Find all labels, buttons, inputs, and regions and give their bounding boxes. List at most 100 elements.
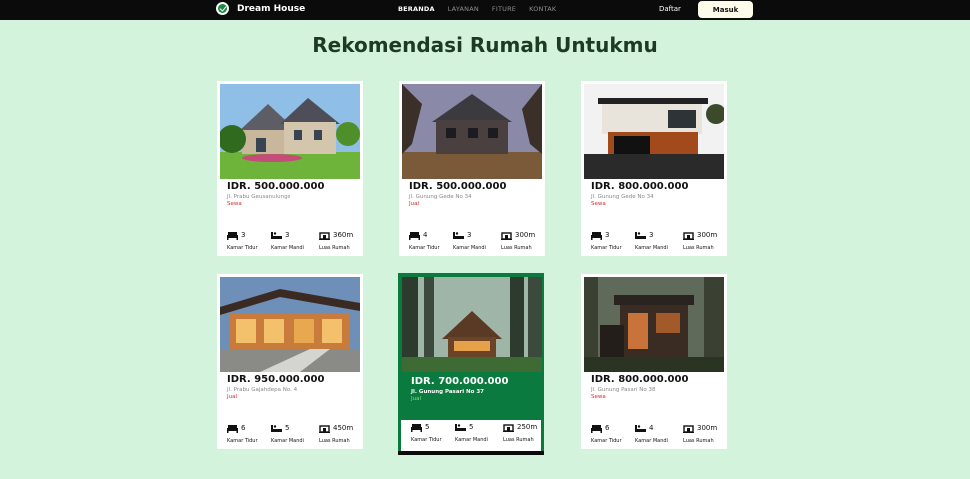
bathroom-count: 5: [285, 424, 290, 432]
property-image: [220, 84, 360, 179]
property-address: Jl. Gunung Gede No 34: [591, 194, 654, 200]
property-address: Jl. Prabu Geusanulungs: [227, 194, 291, 200]
bathroom-label: Kamar Mandi: [455, 437, 488, 443]
property-card[interactable]: IDR. 500.000.000 Jl. Prabu Geusanulungs …: [217, 81, 363, 256]
area-label: Luas Rumah: [319, 438, 350, 444]
card-footer-bar: [398, 451, 544, 455]
bedroom-label: Kamar Tidur: [409, 245, 440, 251]
property-image: [584, 84, 724, 179]
bedroom-label: Kamar Tidur: [227, 438, 258, 444]
property-price: IDR. 500.000.000: [409, 181, 507, 192]
bathroom-label: Kamar Mandi: [635, 438, 668, 444]
bedroom-count: 5: [425, 423, 430, 431]
property-image: [402, 277, 542, 372]
bedroom-count: 4: [423, 231, 428, 239]
property-status: Sewa: [591, 394, 606, 400]
bedroom-label: Kamar Tidur: [227, 245, 258, 251]
bed-icon: [409, 232, 420, 240]
property-image: [584, 277, 724, 372]
top-navbar: Dream House BERANDA LAYANAN FITURE KONTA…: [0, 0, 970, 20]
property-address: Jl. Gunung Pasari No 37: [411, 389, 485, 395]
nav-link-kontak[interactable]: KONTAK: [529, 5, 556, 13]
bedroom-label: Kamar Tidur: [591, 438, 622, 444]
property-address: Jl. Gunung Pasari No 38: [591, 387, 656, 393]
brand-name: Dream House: [237, 3, 306, 14]
area-label: Luas Rumah: [503, 437, 534, 443]
property-price: IDR. 800.000.000: [591, 374, 689, 385]
bedroom-count: 6: [241, 424, 246, 432]
bathroom-label: Kamar Mandi: [453, 245, 486, 251]
bedroom-count: 6: [605, 424, 610, 432]
page-title: Rekomendasi Rumah Untukmu: [312, 33, 658, 57]
bathroom-count: 3: [649, 231, 654, 239]
bedroom-label: Kamar Tidur: [411, 437, 442, 443]
property-address: Jl. Gunung Gede No 34: [409, 194, 472, 200]
area-label: Luas Rumah: [319, 245, 350, 251]
nav-link-layanan[interactable]: LAYANAN: [448, 5, 479, 13]
bedroom-count: 3: [241, 231, 246, 239]
property-image: [402, 84, 542, 179]
area-label: Luas Rumah: [683, 245, 714, 251]
bathtub-icon: [455, 424, 466, 431]
nav-link-beranda[interactable]: BERANDA: [398, 5, 435, 13]
property-status: Sewa: [227, 201, 242, 207]
property-status: Jual: [411, 396, 422, 402]
bed-icon: [591, 232, 602, 240]
property-price: IDR. 800.000.000: [591, 181, 689, 192]
bed-icon: [411, 424, 422, 432]
bed-icon: [591, 425, 602, 433]
nav-links: BERANDA LAYANAN FITURE KONTAK: [398, 5, 569, 13]
register-link[interactable]: Daftar: [659, 5, 681, 13]
property-price: IDR. 500.000.000: [227, 181, 325, 192]
building-icon: [683, 425, 694, 433]
area-value: 300m: [697, 424, 718, 432]
bathroom-count: 3: [467, 231, 472, 239]
property-features: 3 Kamar Tidur 3 Kamar Mandi 300m Luas Ru…: [581, 228, 727, 254]
property-card[interactable]: IDR. 800.000.000 Jl. Gunung Gede No 34 S…: [581, 81, 727, 256]
login-button[interactable]: Masuk: [698, 1, 753, 18]
property-features: 6 Kamar Tidur 4 Kamar Mandi 300m Luas Ru…: [581, 421, 727, 447]
bathroom-label: Kamar Mandi: [271, 438, 304, 444]
property-features: 6 Kamar Tidur 5 Kamar Mandi 450m Luas Ru…: [217, 421, 363, 447]
bed-icon: [227, 425, 238, 433]
property-card[interactable]: IDR. 950.000.000 Jl. Prabu Gajahdepa No.…: [217, 274, 363, 449]
area-label: Luas Rumah: [501, 245, 532, 251]
bathroom-label: Kamar Mandi: [635, 245, 668, 251]
building-icon: [503, 424, 514, 432]
bathroom-count: 4: [649, 424, 654, 432]
bedroom-count: 3: [605, 231, 610, 239]
area-label: Luas Rumah: [683, 438, 714, 444]
brand[interactable]: Dream House: [216, 2, 305, 15]
property-card-highlighted[interactable]: IDR. 700.000.000 Jl. Gunung Pasari No 37…: [398, 273, 544, 455]
nav-link-fiture[interactable]: FITURE: [492, 5, 516, 13]
property-status: Sewa: [591, 201, 606, 207]
area-value: 250m: [517, 423, 538, 431]
bed-icon: [227, 232, 238, 240]
property-features: 5 Kamar Tidur 5 Kamar Mandi 250m Luas Ru…: [401, 420, 541, 452]
property-status: Jual: [409, 201, 420, 207]
bathtub-icon: [271, 425, 282, 432]
property-card[interactable]: IDR. 800.000.000 Jl. Gunung Pasari No 38…: [581, 274, 727, 449]
brand-logo-icon: [216, 2, 229, 15]
property-card[interactable]: IDR. 500.000.000 Jl. Gunung Gede No 34 J…: [399, 81, 545, 256]
bedroom-label: Kamar Tidur: [591, 245, 622, 251]
building-icon: [501, 232, 512, 240]
area-value: 450m: [333, 424, 354, 432]
area-value: 360m: [333, 231, 354, 239]
bathtub-icon: [635, 425, 646, 432]
building-icon: [319, 232, 330, 240]
area-value: 300m: [515, 231, 536, 239]
property-features: 3 Kamar Tidur 3 Kamar Mandi 360m Luas Ru…: [217, 228, 363, 254]
property-status: Jual: [227, 394, 238, 400]
property-price: IDR. 700.000.000: [411, 376, 509, 387]
bathroom-count: 3: [285, 231, 290, 239]
property-address: Jl. Prabu Gajahdepa No. 4: [227, 387, 298, 393]
property-features: 4 Kamar Tidur 3 Kamar Mandi 300m Luas Ru…: [399, 228, 545, 254]
property-image: [220, 277, 360, 372]
area-value: 300m: [697, 231, 718, 239]
bathroom-label: Kamar Mandi: [271, 245, 304, 251]
building-icon: [683, 232, 694, 240]
bathroom-count: 5: [469, 423, 474, 431]
bathtub-icon: [453, 232, 464, 239]
building-icon: [319, 425, 330, 433]
